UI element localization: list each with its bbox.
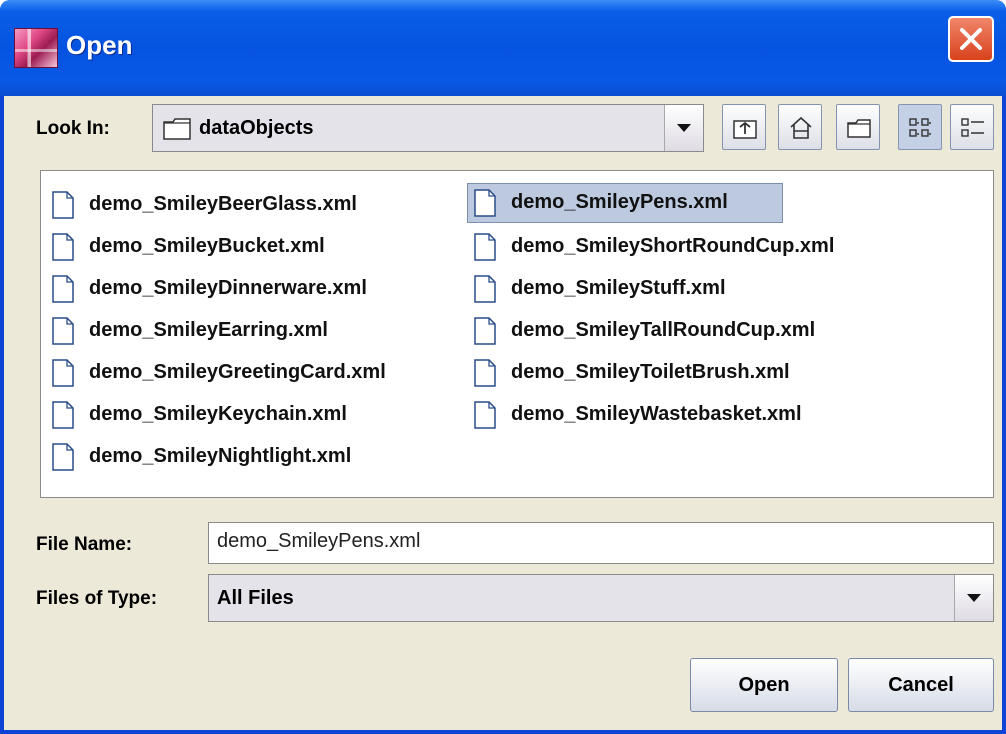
file-icon bbox=[474, 275, 496, 303]
open-dialog: Open Look In: dataObjects demo_SmileyBee… bbox=[0, 0, 1006, 734]
file-icon bbox=[52, 443, 74, 471]
list-item-selected[interactable]: demo_SmileyPens.xml bbox=[467, 183, 783, 223]
list-view-icon bbox=[909, 118, 931, 137]
list-item[interactable]: demo_SmileyShortRoundCup.xml bbox=[467, 229, 967, 265]
file-name: demo_SmileyPens.xml bbox=[511, 191, 728, 213]
file-list[interactable]: demo_SmileyBeerGlass.xml demo_SmileyBuck… bbox=[40, 170, 994, 498]
file-icon bbox=[52, 275, 74, 303]
file-name: demo_SmileyGreetingCard.xml bbox=[89, 361, 386, 383]
look-in-label: Look In: bbox=[36, 118, 110, 139]
folder-icon bbox=[163, 118, 191, 140]
open-button[interactable]: Open bbox=[690, 658, 838, 712]
file-icon bbox=[474, 189, 496, 217]
file-name-value: demo_SmileyPens.xml bbox=[217, 530, 421, 552]
file-icon bbox=[52, 191, 74, 219]
list-item[interactable]: demo_SmileyNightlight.xml bbox=[45, 439, 455, 475]
file-name: demo_SmileyKeychain.xml bbox=[89, 403, 347, 425]
list-item[interactable]: demo_SmileyGreetingCard.xml bbox=[45, 355, 455, 391]
list-item[interactable]: demo_SmileyToiletBrush.xml bbox=[467, 355, 967, 391]
file-name: demo_SmileyTallRoundCup.xml bbox=[511, 319, 816, 341]
file-type-dropdown-button[interactable] bbox=[954, 575, 993, 621]
list-view-button[interactable] bbox=[898, 104, 942, 150]
file-name: demo_SmileyStuff.xml bbox=[511, 277, 726, 299]
title-bar[interactable]: Open bbox=[0, 0, 1006, 96]
list-item[interactable]: demo_SmileyStuff.xml bbox=[467, 271, 967, 307]
details-view-icon bbox=[961, 118, 984, 137]
close-button[interactable] bbox=[948, 16, 994, 62]
new-folder-icon bbox=[847, 119, 871, 138]
file-icon bbox=[52, 401, 74, 429]
file-name: demo_SmileyEarring.xml bbox=[89, 319, 328, 341]
file-icon bbox=[474, 233, 496, 261]
file-name-label: File Name: bbox=[36, 534, 133, 555]
file-icon bbox=[52, 359, 74, 387]
home-icon bbox=[790, 116, 812, 139]
folder-up-icon bbox=[733, 120, 757, 139]
look-in-dropdown-button[interactable] bbox=[664, 105, 703, 151]
file-type-combo[interactable]: All Files bbox=[208, 574, 994, 622]
file-name: demo_SmileyShortRoundCup.xml bbox=[511, 235, 835, 257]
file-name-input[interactable]: demo_SmileyPens.xml bbox=[208, 522, 994, 564]
window-title: Open bbox=[66, 30, 133, 60]
list-item[interactable]: demo_SmileyEarring.xml bbox=[45, 313, 455, 349]
file-name: demo_SmileyToiletBrush.xml bbox=[511, 361, 790, 383]
close-icon bbox=[960, 28, 982, 50]
home-button[interactable] bbox=[778, 104, 822, 150]
file-type-value: All Files bbox=[217, 587, 294, 609]
file-name: demo_SmileyBeerGlass.xml bbox=[89, 193, 357, 215]
list-item[interactable]: demo_SmileyTallRoundCup.xml bbox=[467, 313, 967, 349]
app-icon bbox=[14, 28, 58, 68]
file-icon bbox=[52, 317, 74, 345]
look-in-combo[interactable]: dataObjects bbox=[152, 104, 704, 152]
list-item[interactable]: demo_SmileyWastebasket.xml bbox=[467, 397, 967, 433]
chevron-down-icon bbox=[677, 124, 691, 132]
list-item[interactable]: demo_SmileyDinnerware.xml bbox=[45, 271, 455, 307]
list-item[interactable]: demo_SmileyKeychain.xml bbox=[45, 397, 455, 433]
file-name: demo_SmileyWastebasket.xml bbox=[511, 403, 802, 425]
list-item[interactable]: demo_SmileyBucket.xml bbox=[45, 229, 455, 265]
file-icon bbox=[474, 317, 496, 345]
file-icon bbox=[474, 359, 496, 387]
file-icon bbox=[52, 233, 74, 261]
file-type-label: Files of Type: bbox=[36, 588, 158, 609]
look-in-value: dataObjects bbox=[199, 117, 314, 139]
file-name: demo_SmileyBucket.xml bbox=[89, 235, 325, 257]
cancel-button[interactable]: Cancel bbox=[848, 658, 994, 712]
up-one-level-button[interactable] bbox=[722, 104, 766, 150]
details-view-button[interactable] bbox=[950, 104, 994, 150]
file-icon bbox=[474, 401, 496, 429]
file-name: demo_SmileyDinnerware.xml bbox=[89, 277, 367, 299]
list-item[interactable]: demo_SmileyBeerGlass.xml bbox=[45, 187, 455, 223]
file-name: demo_SmileyNightlight.xml bbox=[89, 445, 352, 467]
new-folder-button[interactable] bbox=[836, 104, 880, 150]
chevron-down-icon bbox=[967, 594, 981, 602]
